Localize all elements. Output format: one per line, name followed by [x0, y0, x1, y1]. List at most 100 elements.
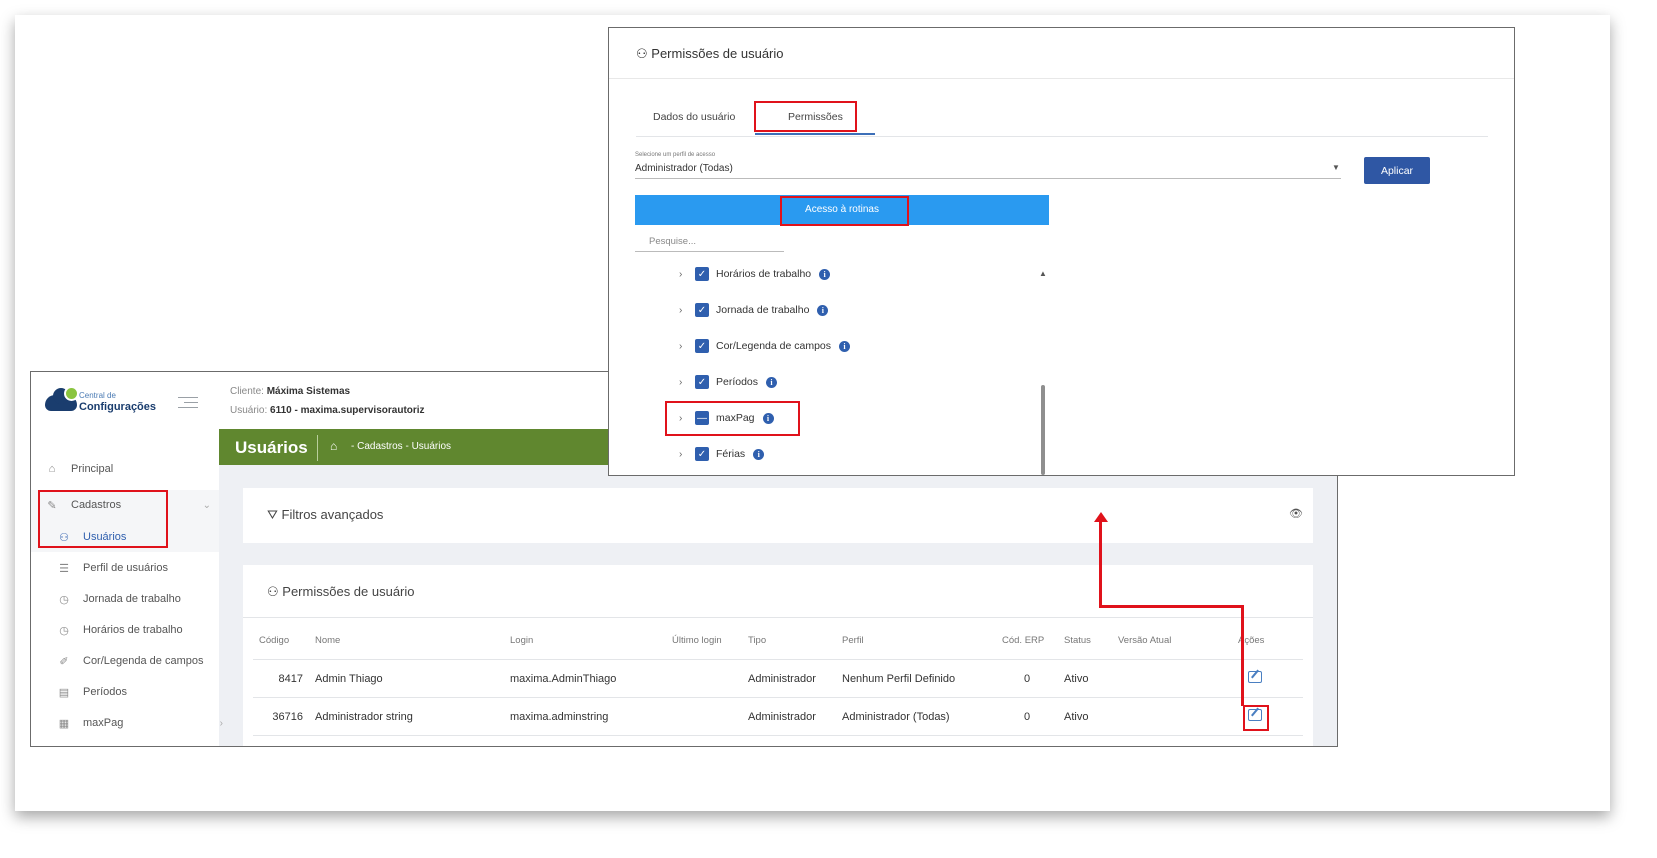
- pen-icon: ✐: [59, 655, 69, 668]
- tree-item-label: Cor/Legenda de campos: [716, 340, 831, 352]
- permissions-title: ⚇ Permissões de usuário: [267, 584, 415, 600]
- cell-status: Ativo: [1058, 659, 1112, 698]
- chevron-down-icon: ⌄: [202, 499, 211, 511]
- eye-icon[interactable]: 👁: [1289, 507, 1303, 520]
- sidebar-item-jornada[interactable]: ◷ Jornada de trabalho: [31, 584, 245, 614]
- sidebar-item-perfil[interactable]: ☰ Perfil de usuários: [31, 553, 245, 583]
- chevron-right-icon[interactable]: ›: [679, 377, 693, 388]
- menu-toggle-icon[interactable]: [178, 397, 198, 412]
- table-row[interactable]: 36716 Administrador string maxima.admins…: [253, 697, 1303, 736]
- card-divider: [243, 617, 1313, 618]
- tree-item-horarios[interactable]: › ✓ Horários de trabalho i: [679, 265, 831, 283]
- user-label: Usuário:: [230, 405, 268, 416]
- dialog-title: ⚇ Permissões de usuário: [636, 46, 784, 62]
- gear-icon: [64, 386, 79, 401]
- highlight-edit-action: [1243, 705, 1269, 731]
- tabs-baseline: [636, 136, 1488, 137]
- dialog-title-text: Permissões de usuário: [651, 46, 784, 61]
- clock-icon: ◷: [59, 624, 69, 637]
- home-icon[interactable]: ⌂: [330, 439, 337, 453]
- info-icon[interactable]: i: [753, 448, 765, 460]
- user-info: Usuário: 6110 - maxima.supervisorautoriz: [230, 405, 425, 416]
- user-value: 6110 - maxima.supervisorautoriz: [270, 405, 425, 416]
- cell-nome: Administrador string: [309, 697, 504, 736]
- info-icon[interactable]: i: [817, 304, 829, 316]
- cell-nome: Admin Thiago: [309, 659, 504, 698]
- tree-item-label: Jornada de trabalho: [716, 304, 810, 316]
- tree-item-label: Horários de trabalho: [716, 268, 812, 280]
- col-login[interactable]: Login: [504, 621, 666, 660]
- sidebar-item-cor-legenda[interactable]: ✐ Cor/Legenda de campos: [31, 646, 245, 676]
- checkbox[interactable]: ✓: [695, 339, 709, 353]
- cell-perfil: Administrador (Todas): [836, 697, 996, 736]
- info-icon[interactable]: i: [839, 340, 850, 352]
- tree-item-label: Férias: [716, 448, 746, 460]
- highlight-maxpag: [665, 401, 800, 436]
- cell-codigo: 8417: [253, 659, 309, 698]
- users-table: Código Nome Login Último login Tipo Perf…: [253, 621, 1303, 736]
- cell-tipo: Administrador: [742, 697, 836, 736]
- list-icon: ☰: [59, 562, 69, 575]
- chevron-right-icon[interactable]: ›: [679, 305, 693, 316]
- apply-button[interactable]: Aplicar: [1364, 157, 1430, 184]
- profile-select-underline: [635, 178, 1341, 179]
- edit-icon[interactable]: [1248, 671, 1262, 683]
- col-codigo[interactable]: Código: [253, 621, 309, 660]
- advanced-filters-card[interactable]: ⛛ Filtros avançados 👁: [243, 488, 1313, 543]
- arrow-line-vertical-left: [1099, 520, 1102, 608]
- chevron-right-icon[interactable]: ›: [679, 449, 693, 460]
- table-row[interactable]: 8417 Admin Thiago maxima.AdminThiago Adm…: [253, 659, 1303, 698]
- cell-ultimo-login: [666, 659, 742, 698]
- user-permissions-card: ⚇ Permissões de usuário Código Nome Logi…: [243, 565, 1313, 746]
- search-input[interactable]: Pesquise...: [649, 236, 696, 247]
- tree-item-jornada[interactable]: › ✓ Jornada de trabalho i: [679, 301, 829, 319]
- scrollbar-thumb[interactable]: [1041, 385, 1045, 475]
- col-perfil[interactable]: Perfil: [836, 621, 996, 660]
- col-tipo[interactable]: Tipo: [742, 621, 836, 660]
- app-logo[interactable]: Central de Configurações: [45, 386, 165, 415]
- tab-dados-usuario[interactable]: Dados do usuário: [653, 111, 735, 123]
- col-cod-erp[interactable]: Cód. ERP: [996, 621, 1058, 660]
- client-info: Cliente: Máxima Sistemas: [230, 386, 350, 397]
- profile-select-label: Selecione um perfil de acesso: [635, 152, 716, 158]
- col-versao-atual[interactable]: Versão Atual: [1112, 621, 1232, 660]
- user-icon: ⚇: [267, 584, 283, 599]
- sidebar-item-label: Horários de trabalho: [83, 624, 183, 636]
- checkbox[interactable]: ✓: [695, 303, 709, 317]
- info-icon[interactable]: i: [819, 268, 831, 280]
- cell-cod-erp: 0: [996, 697, 1058, 736]
- checkbox[interactable]: ✓: [695, 447, 709, 461]
- sidebar-item-periodos[interactable]: ▤ Períodos: [31, 677, 245, 707]
- chevron-right-icon[interactable]: ›: [679, 269, 693, 280]
- profile-select[interactable]: Administrador (Todas): [635, 163, 733, 174]
- col-ultimo-login[interactable]: Último login: [666, 621, 742, 660]
- header-divider: [317, 435, 318, 461]
- table-header-row: Código Nome Login Último login Tipo Perf…: [253, 621, 1303, 660]
- sidebar-item-label: Jornada de trabalho: [83, 593, 181, 605]
- logo-big-text: Configurações: [79, 401, 157, 413]
- sidebar-item-label: Cor/Legenda de campos: [83, 655, 204, 667]
- active-tab-indicator: [755, 133, 875, 135]
- caret-down-icon[interactable]: ▼: [1332, 163, 1340, 172]
- sidebar-item-label: Períodos: [83, 686, 128, 698]
- checkbox[interactable]: ✓: [695, 267, 709, 281]
- highlight-permissoes-tab: [754, 101, 857, 132]
- checkbox[interactable]: ✓: [695, 375, 709, 389]
- tree-item-cor-legenda[interactable]: › ✓ Cor/Legenda de campos i: [679, 337, 850, 355]
- filter-icon: ⛛: [267, 507, 282, 522]
- scroll-up-icon[interactable]: ▲: [1039, 269, 1047, 278]
- tree-item-label: Períodos: [716, 376, 759, 388]
- chevron-right-icon: ›: [219, 717, 223, 729]
- tree-item-ferias[interactable]: › ✓ Férias i: [679, 445, 765, 463]
- sidebar-item-horarios[interactable]: ◷ Horários de trabalho: [31, 615, 245, 645]
- chevron-right-icon[interactable]: ›: [679, 341, 693, 352]
- sidebar-item-label: maxPag: [83, 717, 124, 729]
- dialog-header: ⚇ Permissões de usuário: [609, 28, 1514, 79]
- info-icon[interactable]: i: [766, 376, 778, 388]
- sidebar-item-maxpag[interactable]: ▦ maxPag ›: [31, 708, 245, 738]
- sidebar-item-principal[interactable]: ⌂ Principal: [31, 454, 233, 484]
- col-nome[interactable]: Nome: [309, 621, 504, 660]
- tree-item-periodos[interactable]: › ✓ Períodos i: [679, 373, 778, 391]
- permissions-title-text: Permissões de usuário: [282, 584, 415, 599]
- col-status[interactable]: Status: [1058, 621, 1112, 660]
